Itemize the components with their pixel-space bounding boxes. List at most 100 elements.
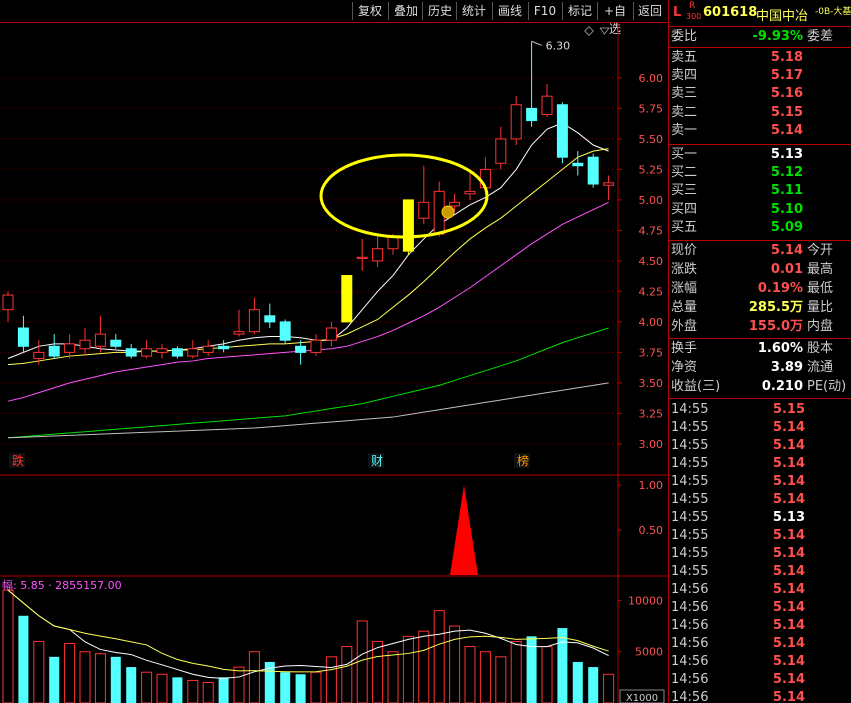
toolbar-button-4[interactable]: 画线 — [492, 2, 527, 20]
volume-bar — [341, 646, 353, 703]
toolbar-button-8[interactable]: 返回 — [633, 2, 666, 20]
candle-body — [464, 190, 476, 195]
volume-bar — [372, 640, 384, 703]
candle-body — [141, 348, 153, 357]
quote-label: 净资 — [671, 360, 698, 375]
volume-bar — [94, 653, 106, 703]
toolbar-button-5[interactable]: F10 — [528, 2, 561, 20]
buy-level-row: 买一 5.13 — [669, 146, 851, 164]
indicator-tick-label: 0.50 — [639, 524, 664, 537]
candle-body — [310, 339, 322, 353]
buy-level-price: 5.10 — [770, 201, 803, 217]
toolbar-button-7[interactable]: +自选 — [597, 2, 632, 36]
candle-body — [495, 138, 507, 164]
volume-bar — [510, 640, 522, 703]
tick-time: 14:55 — [671, 402, 709, 417]
tick-row: 14:55 5.14 — [669, 491, 851, 509]
sell-level-price: 5.18 — [770, 50, 803, 65]
volume-bar — [33, 640, 45, 703]
candle-body — [264, 315, 276, 323]
tick-row: 14:56 5.14 — [669, 581, 851, 599]
diamond-icon — [584, 26, 594, 36]
candle-body — [603, 182, 615, 186]
tick-row: 14:56 5.14 — [669, 635, 851, 653]
volume-bar — [295, 674, 306, 703]
quote-value: 0.01 — [770, 262, 803, 277]
sell-level-label: 卖四 — [671, 68, 698, 84]
buy-level-row: 买五 5.09 — [669, 219, 851, 237]
buy-level-row: 买三 5.11 — [669, 182, 851, 200]
tick-time: 14:55 — [671, 438, 709, 453]
quote-label-right: PE(动) — [807, 379, 847, 394]
volume-bar — [248, 651, 260, 703]
tick-row: 14:56 5.14 — [669, 617, 851, 635]
tick-price: 5.14 — [772, 654, 805, 669]
sell-level-row: 卖五 5.18 — [669, 49, 851, 67]
toolbar-button-1[interactable]: 叠加 — [388, 2, 423, 20]
candle-body — [526, 107, 538, 122]
quote-value: 0.19% — [757, 281, 803, 296]
tick-time: 14:55 — [671, 492, 709, 507]
price-tick-label: 3.75 — [639, 346, 664, 359]
money-bag-icon — [441, 205, 455, 219]
toolbar-button-0[interactable]: 复权 — [352, 2, 387, 20]
tick-time: 14:56 — [671, 600, 709, 615]
quote-label: 外盘 — [671, 319, 698, 334]
volume-bar — [2, 589, 14, 703]
event-marker: 榜 — [517, 453, 529, 468]
candle-body — [402, 199, 414, 252]
tick-row: 14:55 5.14 — [669, 473, 851, 491]
ma-line-ma120 — [7, 382, 609, 439]
candle-body — [541, 95, 553, 115]
candle-body — [248, 309, 260, 333]
buy-level-row: 买四 5.10 — [669, 201, 851, 219]
kline-chart[interactable]: 6.00 5.75 5.50 5.25 5.00 4.75 4.50 4.25 4.00 3.75… — [0, 23, 667, 703]
event-marker: 财 — [371, 454, 383, 468]
tick-price: 5.14 — [772, 618, 805, 633]
tick-time: 14:55 — [671, 456, 709, 471]
tick-time: 14:55 — [671, 564, 709, 579]
candle-body — [218, 345, 230, 350]
tick-time: 14:56 — [671, 618, 709, 633]
candle-body — [48, 345, 60, 357]
panel-divider — [669, 144, 851, 145]
tick-price: 5.14 — [772, 420, 805, 435]
volume-unit: X1000 — [626, 693, 658, 703]
quote-value: 5.14 — [770, 243, 803, 258]
tick-row: 14:55 5.15 — [669, 401, 851, 419]
price-tick-label: 6.00 — [639, 72, 664, 85]
toolbar-button-3[interactable]: 统计 — [456, 2, 491, 20]
tick-time: 14:55 — [671, 420, 709, 435]
volume-bar — [110, 656, 121, 703]
price-tick-label: 4.75 — [639, 224, 664, 237]
buy-level-price: 5.11 — [770, 183, 803, 199]
volume-bar — [18, 615, 29, 703]
tick-row: 14:55 5.14 — [669, 527, 851, 545]
volume-bar — [218, 677, 229, 703]
tick-price: 5.13 — [772, 510, 805, 525]
candle-body — [187, 348, 199, 357]
volume-bar — [156, 673, 168, 703]
tick-row: 14:56 5.14 — [669, 599, 851, 617]
toolbar-button-2[interactable]: 历史 — [422, 2, 457, 20]
candle-body — [233, 331, 245, 335]
sell-level-row: 卖一 5.14 — [669, 122, 851, 140]
tick-time: 14:55 — [671, 546, 709, 561]
sell-level-row: 卖三 5.16 — [669, 85, 851, 103]
tick-row: 14:55 5.14 — [669, 419, 851, 437]
price-tick-label: 3.25 — [639, 407, 664, 420]
toolbar-button-6[interactable]: 标记 — [562, 2, 597, 20]
scroll-up-icon — [599, 27, 610, 35]
sell-level-price: 5.14 — [770, 122, 803, 138]
buy-level-label: 买一 — [671, 147, 698, 162]
stock-header[interactable]: L R 300 601618 中国中冶 -0B-大基 — [669, 0, 851, 26]
quote-label-right: 最低 — [807, 281, 834, 296]
price-tick-label: 5.00 — [639, 194, 664, 207]
quote-row: 现价 5.14 今开 — [669, 242, 851, 260]
tick-price: 5.14 — [772, 492, 805, 507]
quote-label-right: 今开 — [807, 243, 834, 258]
volume-bar — [433, 610, 445, 703]
event-marker: 跌 — [12, 453, 24, 468]
order-ratio-label: 委比 — [671, 29, 698, 44]
volume-bar — [449, 625, 461, 703]
